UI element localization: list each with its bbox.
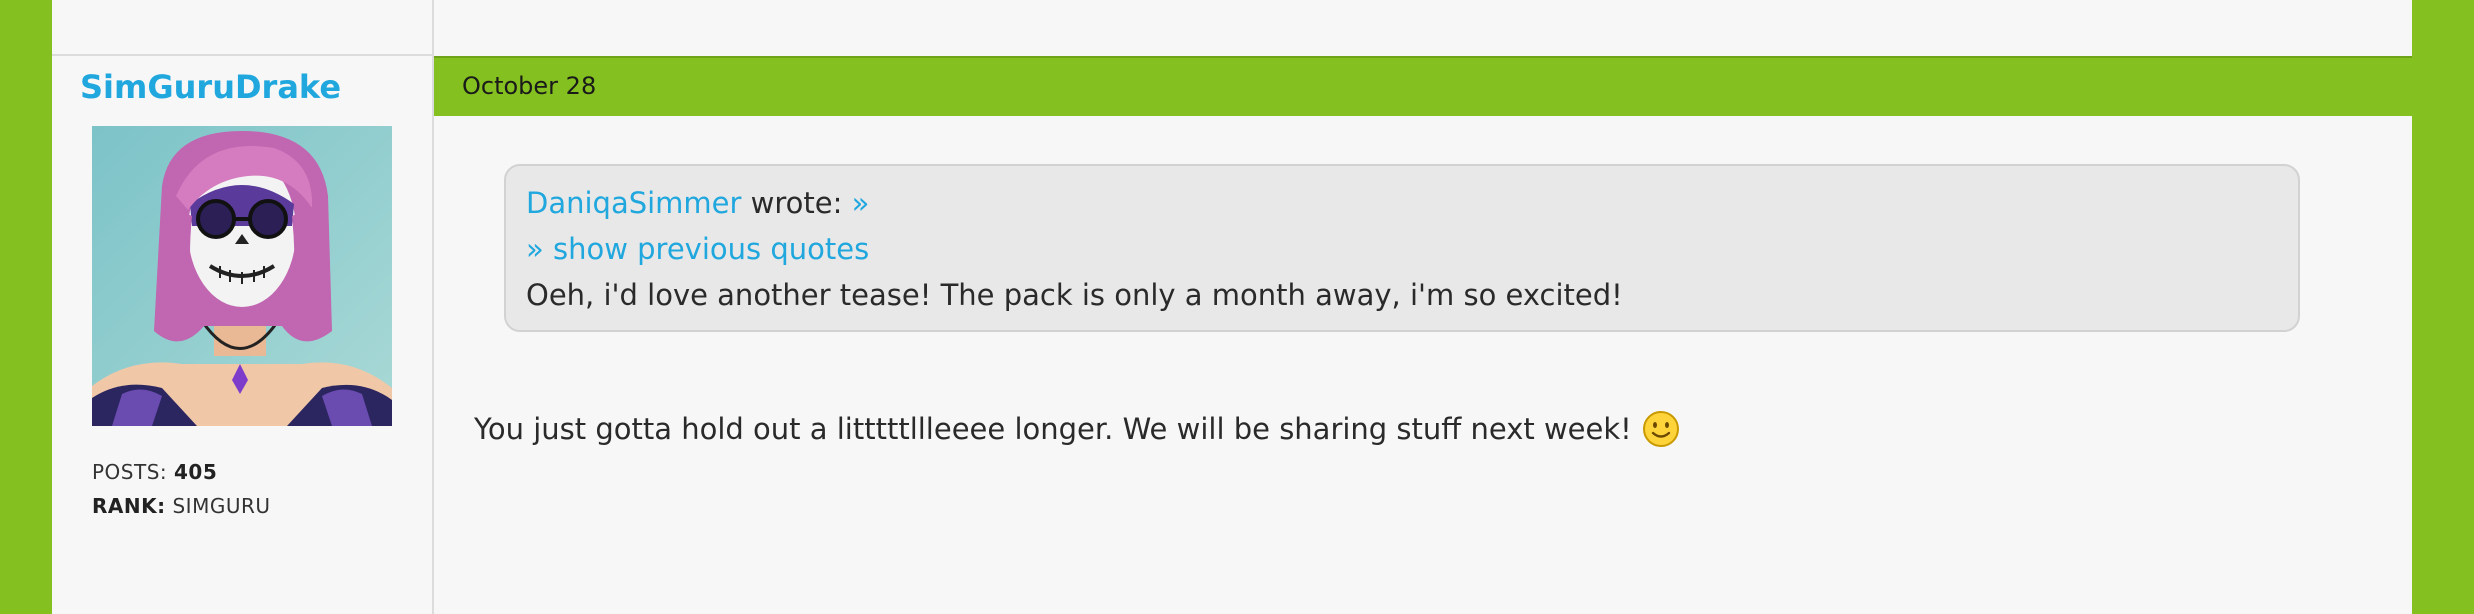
forum-post-frame: SimGuruDrake POSTS: 405 RANK: SIMGURU Oc… <box>52 0 2412 614</box>
quote-block: DaniqaSimmer wrote: » » show previous qu… <box>504 164 2300 332</box>
quoted-author-link[interactable]: DaniqaSimmer <box>526 186 741 220</box>
sidebar-divider <box>52 54 432 56</box>
smiley-icon <box>1642 410 1680 448</box>
post-date: October 28 <box>462 72 597 100</box>
author-avatar[interactable] <box>92 126 392 426</box>
quote-wrote-text: wrote: <box>741 186 852 220</box>
avatar-image <box>92 126 392 426</box>
rank-value: SIMGURU <box>172 494 271 518</box>
author-rank: RANK: SIMGURU <box>92 494 271 518</box>
author-username-link[interactable]: SimGuruDrake <box>80 68 341 106</box>
quote-attribution: DaniqaSimmer wrote: » <box>526 186 869 220</box>
posts-value: 405 <box>174 460 218 484</box>
show-previous-quotes-row: » show previous quotes <box>526 232 869 266</box>
post-content-area: October 28 DaniqaSimmer wrote: » » show … <box>434 0 2412 614</box>
post-body: You just gotta hold out a litttttllleeee… <box>474 410 1680 448</box>
posts-label: POSTS: <box>92 460 168 484</box>
quote-text: Oeh, i'd love another tease! The pack is… <box>526 278 1623 312</box>
post-header-bar: October 28 <box>434 56 2412 116</box>
show-previous-quotes-link[interactable]: » show previous quotes <box>526 232 869 266</box>
rank-label: RANK: <box>92 494 166 518</box>
quote-jump-link[interactable]: » <box>852 186 870 220</box>
author-sidebar: SimGuruDrake POSTS: 405 RANK: SIMGURU <box>52 0 434 614</box>
author-post-count: POSTS: 405 <box>92 460 217 484</box>
post-body-text: You just gotta hold out a litttttllleeee… <box>474 412 1632 446</box>
